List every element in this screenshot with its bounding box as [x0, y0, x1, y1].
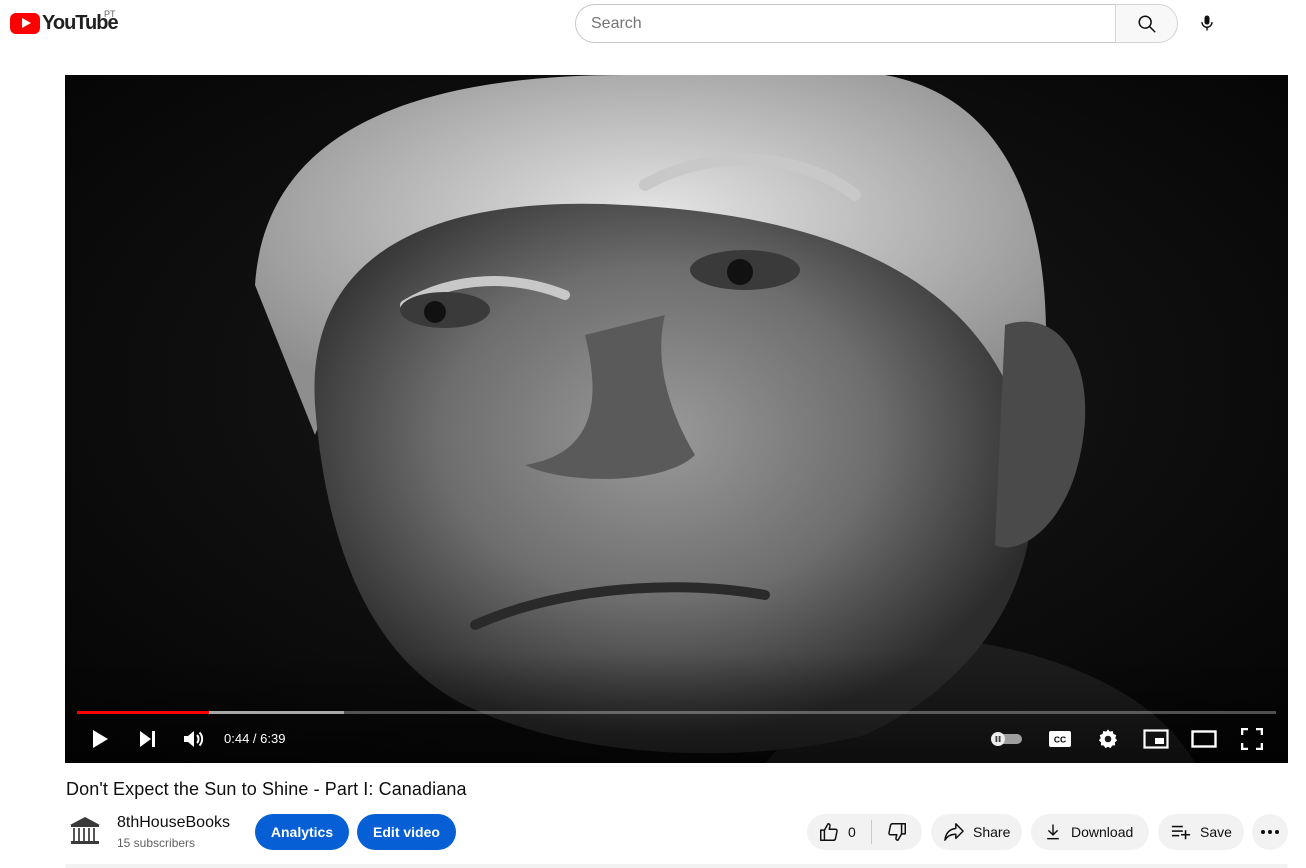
- closed-captions-icon: CC: [1049, 731, 1071, 747]
- youtube-logo[interactable]: YouTube: [10, 10, 119, 36]
- thumbs-down-icon: [888, 823, 906, 841]
- search-input[interactable]: [575, 4, 1115, 43]
- analytics-button[interactable]: Analytics: [255, 814, 349, 850]
- miniplayer-button[interactable]: [1141, 725, 1171, 753]
- subtitles-button[interactable]: CC: [1045, 725, 1075, 753]
- microphone-icon: [1201, 15, 1213, 31]
- svg-text:CC: CC: [1054, 735, 1066, 745]
- volume-button[interactable]: [181, 725, 207, 753]
- channel-avatar[interactable]: [66, 812, 104, 850]
- fullscreen-icon: [1241, 728, 1263, 750]
- channel-name[interactable]: 8thHouseBooks: [117, 814, 230, 832]
- video-player[interactable]: 0:44 / 6:39 CC: [65, 75, 1288, 763]
- building-logo-icon: [70, 817, 100, 844]
- fullscreen-button[interactable]: [1237, 725, 1267, 753]
- autoplay-toggle[interactable]: [989, 725, 1025, 753]
- like-dislike-group: 0: [807, 814, 922, 850]
- more-actions-button[interactable]: [1252, 814, 1288, 850]
- download-label: Download: [1071, 824, 1134, 840]
- save-label: Save: [1200, 824, 1232, 840]
- progress-played: [77, 711, 209, 714]
- share-label: Share: [973, 824, 1011, 840]
- search-button[interactable]: [1115, 4, 1178, 43]
- video-title: Don't Expect the Sun to Shine - Part I: …: [66, 779, 467, 799]
- edit-video-button[interactable]: Edit video: [357, 814, 456, 850]
- more-horizontal-icon: [1261, 830, 1279, 834]
- masthead: YouTube PT: [0, 0, 1306, 50]
- play-button[interactable]: [87, 725, 113, 753]
- youtube-play-logo-icon: [10, 12, 40, 34]
- description-box-edge: [65, 864, 1288, 868]
- download-icon: [1047, 824, 1059, 840]
- voice-search-button[interactable]: [1188, 4, 1226, 42]
- download-icon-wrap: [1043, 822, 1063, 842]
- playlist-add-icon: [1171, 825, 1191, 840]
- search-icon: [1137, 14, 1156, 33]
- gear-icon: [1098, 729, 1118, 749]
- time-display: 0:44 / 6:39: [224, 731, 286, 746]
- next-button[interactable]: [135, 725, 161, 753]
- skip-next-icon: [140, 731, 155, 747]
- like-count: 0: [848, 824, 856, 840]
- country-code: PT: [104, 9, 116, 19]
- theater-mode-button[interactable]: [1189, 725, 1219, 753]
- save-icon-wrap: [1170, 822, 1192, 842]
- theater-mode-icon: [1191, 730, 1217, 748]
- search-box: [575, 4, 1178, 43]
- dislike-button[interactable]: [872, 814, 922, 850]
- thumbs-up-icon: [820, 823, 838, 841]
- autoplay-toggle-icon: [991, 732, 1022, 746]
- miniplayer-icon: [1143, 729, 1169, 749]
- settings-button[interactable]: [1093, 725, 1123, 753]
- subscriber-count: 15 subscribers: [117, 836, 196, 850]
- progress-bar[interactable]: [77, 711, 1276, 714]
- save-button[interactable]: Save: [1158, 814, 1244, 850]
- play-icon: [93, 730, 108, 748]
- share-icon: [944, 823, 964, 841]
- share-icon-wrap: [943, 822, 965, 842]
- like-button[interactable]: 0: [807, 814, 871, 850]
- download-button[interactable]: Download: [1031, 814, 1149, 850]
- volume-icon: [184, 731, 204, 747]
- share-button[interactable]: Share: [931, 814, 1022, 850]
